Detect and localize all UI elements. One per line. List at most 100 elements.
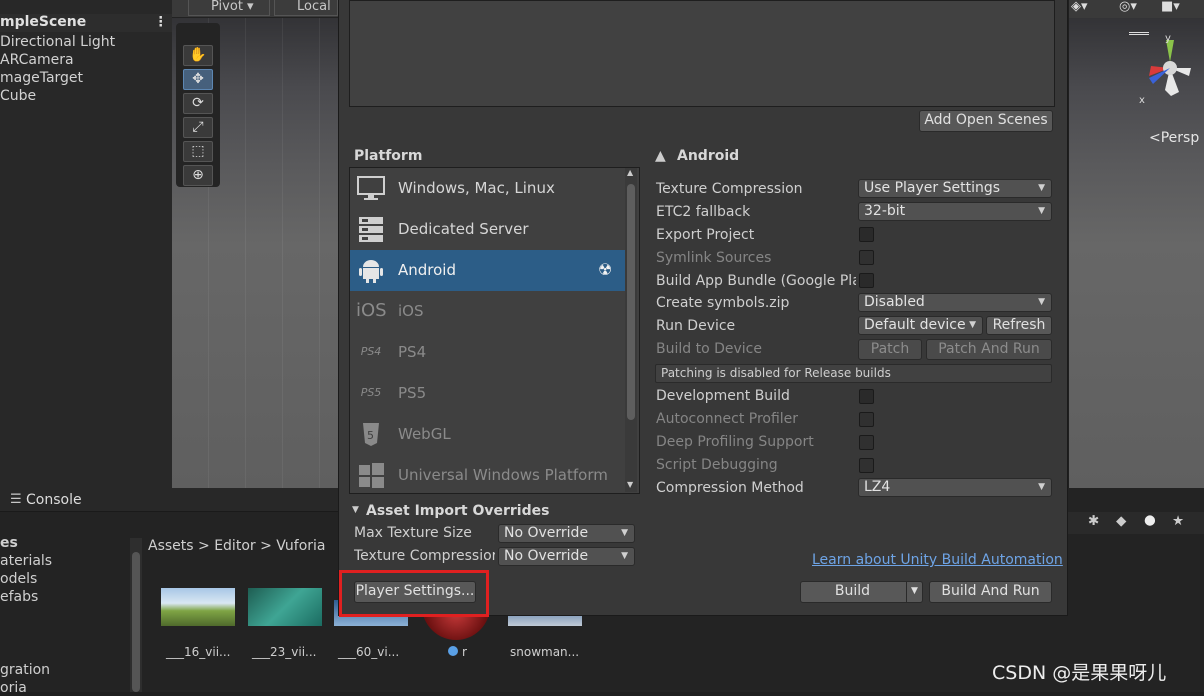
breadcrumb-assets[interactable]: Assets [148,538,194,554]
tree-item[interactable]: es [0,535,18,551]
scene-name[interactable]: mpleScene [0,14,86,30]
console-tab[interactable]: ☰ Console [0,488,340,512]
build-app-bundle-label: Build App Bundle (Google Pla [656,273,856,289]
scene-gizmo-icon[interactable]: y x [1139,34,1201,114]
favorite-icon[interactable]: ★ [1172,513,1184,529]
transform-tool-icon[interactable]: ⊕ [183,165,213,186]
symlink-sources-label: Symlink Sources [656,250,772,266]
tag-icon[interactable]: ✱ [1088,513,1099,529]
scroll-up-icon[interactable]: ▲ [627,168,633,177]
compression-method-label: Compression Method [656,480,804,496]
persp-text: Persp [1160,130,1200,146]
asset-thumbnail[interactable] [248,588,322,626]
label-icon[interactable]: ◆ [1116,513,1126,529]
tree-scrollbar[interactable] [130,538,142,692]
platform-item-ps5[interactable]: PS5 PS5 [350,373,625,414]
patch-button[interactable]: Patch [858,339,922,360]
hand-tool-icon[interactable]: ✋ [183,45,213,66]
scene-menu-icon[interactable]: ⋮ [154,14,168,30]
tree-item[interactable]: oria [0,680,27,696]
export-project-checkbox[interactable] [859,227,874,242]
script-debugging-checkbox[interactable] [859,458,874,473]
platform-label: PS5 [398,384,427,402]
gizmo-menu-icon[interactable] [1129,32,1149,35]
hierarchy-item[interactable]: Directional Light [0,34,115,50]
move-tool-icon[interactable]: ✥ [183,69,213,90]
asset-import-overrides-header[interactable]: Asset Import Overrides [366,503,549,519]
rotate-tool-icon[interactable]: ⟳ [183,93,213,114]
build-options-icon[interactable]: ▼ [906,582,922,602]
create-symbols-label: Create symbols.zip [656,295,790,311]
platform-item-windows[interactable]: Windows, Mac, Linux [350,168,625,209]
compression-method-dropdown[interactable]: LZ4 ▼ [858,478,1052,497]
hierarchy-item[interactable]: mageTarget [0,70,83,86]
pivot-dropdown[interactable]: Pivot ▾ [188,0,270,16]
hierarchy-item[interactable]: Cube [0,88,36,104]
autoconnect-profiler-checkbox[interactable] [859,412,874,427]
chevron-down-icon: ▼ [1038,183,1045,193]
layers-icon[interactable]: ◈▾ [1071,0,1088,14]
platform-item-uwp[interactable]: Universal Windows Platform [350,455,625,493]
platform-scrollbar[interactable]: ▲ ▼ [625,168,637,492]
patching-info-note: Patching is disabled for Release builds [655,364,1052,383]
symlink-sources-checkbox[interactable] [859,250,874,265]
import-texture-compression-dropdown[interactable]: No Override ▼ [498,547,635,566]
scale-tool-icon[interactable]: ⤢ [183,117,213,138]
build-button[interactable]: Build ▼ [800,581,923,603]
create-symbols-dropdown[interactable]: Disabled ▼ [858,293,1052,312]
deep-profiling-checkbox[interactable] [859,435,874,450]
visibility-icon[interactable]: ◎▾ [1119,0,1137,14]
refresh-button[interactable]: Refresh [986,316,1052,335]
breadcrumb-vuforia[interactable]: Vuforia [276,538,325,554]
max-texture-size-dropdown[interactable]: No Override ▼ [498,524,635,543]
hierarchy-item[interactable]: ARCamera [0,52,74,68]
warning-icon[interactable]: ● [1144,512,1156,528]
asset-label: ___60_vi... [338,645,400,659]
chevron-down-icon: ▼ [621,551,628,561]
etc2-fallback-label: ETC2 fallback [656,204,751,220]
platform-label: PS4 [398,343,427,361]
rect-tool-icon[interactable]: ⬚ [183,141,213,162]
breadcrumb-editor[interactable]: Editor [214,538,255,554]
platform-item-ios[interactable]: iOS iOS [350,291,625,332]
html5-icon: 5 [356,421,386,447]
camera-icon[interactable]: ■▾ [1161,0,1180,14]
asset-label: ___23_vii... [252,645,317,659]
asset-thumbnail[interactable] [161,588,235,626]
hierarchy-panel: mpleScene ⋮ Directional Light ARCamera m… [0,0,172,488]
platform-item-webgl[interactable]: 5 WebGL [350,414,625,455]
learn-build-automation-link[interactable]: Learn about Unity Build Automation [812,552,1063,568]
platform-item-ps4[interactable]: PS4 PS4 [350,332,625,373]
dropdown-value: Default device [864,317,966,333]
asset-label: ___16_vii... [166,645,231,659]
tree-item[interactable]: efabs [0,589,38,605]
build-and-run-button[interactable]: Build And Run [929,581,1052,603]
platform-scroll-thumb[interactable] [627,184,635,420]
tree-item[interactable]: aterials [0,553,52,569]
etc2-fallback-dropdown[interactable]: 32-bit ▼ [858,202,1052,221]
gizmo-y-label: y [1165,34,1171,44]
local-toggle[interactable]: Local [274,0,338,16]
run-device-dropdown[interactable]: Default device ▼ [858,316,983,335]
tree-item[interactable]: gration [0,662,50,678]
development-build-checkbox[interactable] [859,389,874,404]
persp-label[interactable]: <Persp [1149,130,1199,146]
scene-view[interactable]: Pivot ▾ Local ✋ ✥ ⟳ ⤢ ⬚ ⊕ [172,0,338,488]
platform-label: Android [398,261,456,279]
platform-item-android[interactable]: Android ☢ [350,250,625,291]
foldout-arrow-icon[interactable]: ▼ [352,505,359,515]
add-open-scenes-button[interactable]: Add Open Scenes [919,110,1053,132]
tree-scroll-thumb[interactable] [132,552,140,692]
scene-view-right[interactable]: ◈▾ ◎▾ ■▾ y x <Persp [1069,0,1204,488]
deep-profiling-label: Deep Profiling Support [656,434,814,450]
platform-item-dedicated-server[interactable]: Dedicated Server [350,209,625,250]
unity-logo-icon: ☢ [598,260,613,279]
tree-item[interactable]: odels [0,571,37,587]
patch-and-run-button[interactable]: Patch And Run [926,339,1052,360]
dropdown-value: Disabled [864,294,925,310]
breadcrumb-sep: > [198,538,210,554]
texture-compression-dropdown[interactable]: Use Player Settings ▼ [858,179,1052,198]
scenes-in-build-list[interactable] [349,0,1055,107]
scroll-down-icon[interactable]: ▼ [627,480,633,489]
build-app-bundle-checkbox[interactable] [859,273,874,288]
